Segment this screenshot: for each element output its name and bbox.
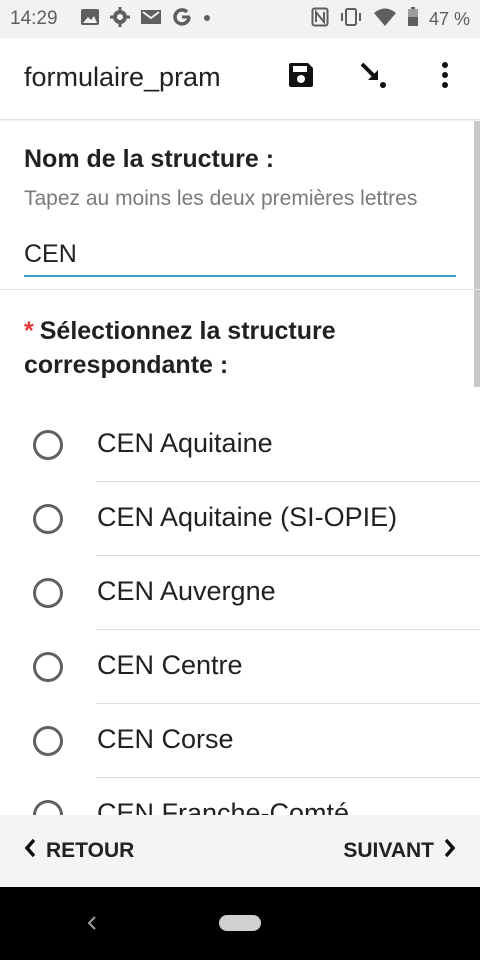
question-label: Nom de la structure : bbox=[24, 145, 275, 173]
question-select-structure: * Sélectionnez la structure correspondant… bbox=[0, 290, 480, 382]
chevron-right-icon bbox=[444, 838, 456, 864]
notification-icons bbox=[80, 6, 212, 32]
google-icon bbox=[172, 7, 192, 32]
gear-icon bbox=[110, 6, 130, 32]
radio-button[interactable] bbox=[33, 726, 63, 756]
status-time: 14:29 bbox=[10, 8, 58, 29]
radio-option[interactable]: CEN Aquitaine bbox=[0, 408, 480, 482]
battery-icon bbox=[407, 6, 419, 32]
next-label: SUIVANT bbox=[343, 839, 434, 862]
system-icons: 47 % bbox=[311, 6, 470, 32]
option-label: CEN Auvergne bbox=[97, 576, 276, 606]
radio-button[interactable] bbox=[33, 504, 63, 534]
gmail-icon bbox=[140, 8, 162, 31]
radio-option[interactable]: CEN Aquitaine (SI-OPIE) bbox=[0, 482, 480, 556]
nav-home-pill[interactable] bbox=[219, 915, 261, 931]
footer-nav: RETOUR SUIVANT bbox=[0, 815, 480, 887]
vibrate-icon bbox=[339, 7, 363, 32]
jump-to-button[interactable] bbox=[356, 60, 390, 94]
image-icon bbox=[80, 8, 100, 31]
battery-percent: 47 % bbox=[428, 8, 470, 29]
option-label: CEN Aquitaine (SI-OPIE) bbox=[97, 502, 398, 532]
question-structure-name: Nom de la structure : Tapez au moins les… bbox=[0, 121, 480, 277]
status-bar: 14:29 47 % bbox=[0, 0, 480, 38]
nav-back-icon[interactable] bbox=[86, 913, 98, 938]
radio-button[interactable] bbox=[33, 800, 63, 815]
app-bar: formulaire_pram bbox=[0, 38, 480, 120]
next-button[interactable]: SUIVANT bbox=[343, 838, 456, 864]
form-content[interactable]: Nom de la structure : Tapez au moins les… bbox=[0, 121, 480, 815]
more-options-button[interactable] bbox=[428, 60, 462, 94]
wifi-icon bbox=[373, 7, 397, 32]
jump-to-icon bbox=[358, 60, 388, 95]
app-title: formulaire_pram bbox=[24, 62, 221, 92]
radio-button[interactable] bbox=[33, 578, 63, 608]
nfc-icon bbox=[311, 7, 329, 32]
required-marker: * bbox=[24, 317, 34, 345]
chevron-left-icon bbox=[24, 838, 36, 864]
save-button[interactable] bbox=[284, 60, 318, 94]
more-vert-icon bbox=[441, 61, 449, 94]
system-nav-bar bbox=[0, 887, 480, 960]
radio-group: CEN Aquitaine CEN Aquitaine (SI-OPIE) CE… bbox=[0, 408, 480, 815]
question-label: Sélectionnez la structure correspondante… bbox=[24, 317, 336, 379]
back-button[interactable]: RETOUR bbox=[24, 838, 134, 864]
radio-option[interactable]: CEN Franche-Comté bbox=[0, 778, 480, 815]
question-hint: Tapez au moins les deux premières lettre… bbox=[24, 187, 418, 210]
app-actions bbox=[284, 60, 462, 94]
save-icon bbox=[287, 61, 315, 94]
structure-name-input[interactable] bbox=[24, 233, 456, 277]
dot-icon bbox=[202, 10, 212, 28]
radio-option[interactable]: CEN Corse bbox=[0, 704, 480, 778]
radio-option[interactable]: CEN Auvergne bbox=[0, 556, 480, 630]
radio-button[interactable] bbox=[33, 652, 63, 682]
option-label: CEN Aquitaine bbox=[97, 428, 273, 458]
radio-button[interactable] bbox=[33, 430, 63, 460]
option-label: CEN Corse bbox=[97, 724, 234, 754]
radio-option[interactable]: CEN Centre bbox=[0, 630, 480, 704]
back-label: RETOUR bbox=[46, 839, 135, 862]
option-label: CEN Centre bbox=[97, 650, 243, 680]
option-label: CEN Franche-Comté bbox=[97, 798, 350, 815]
